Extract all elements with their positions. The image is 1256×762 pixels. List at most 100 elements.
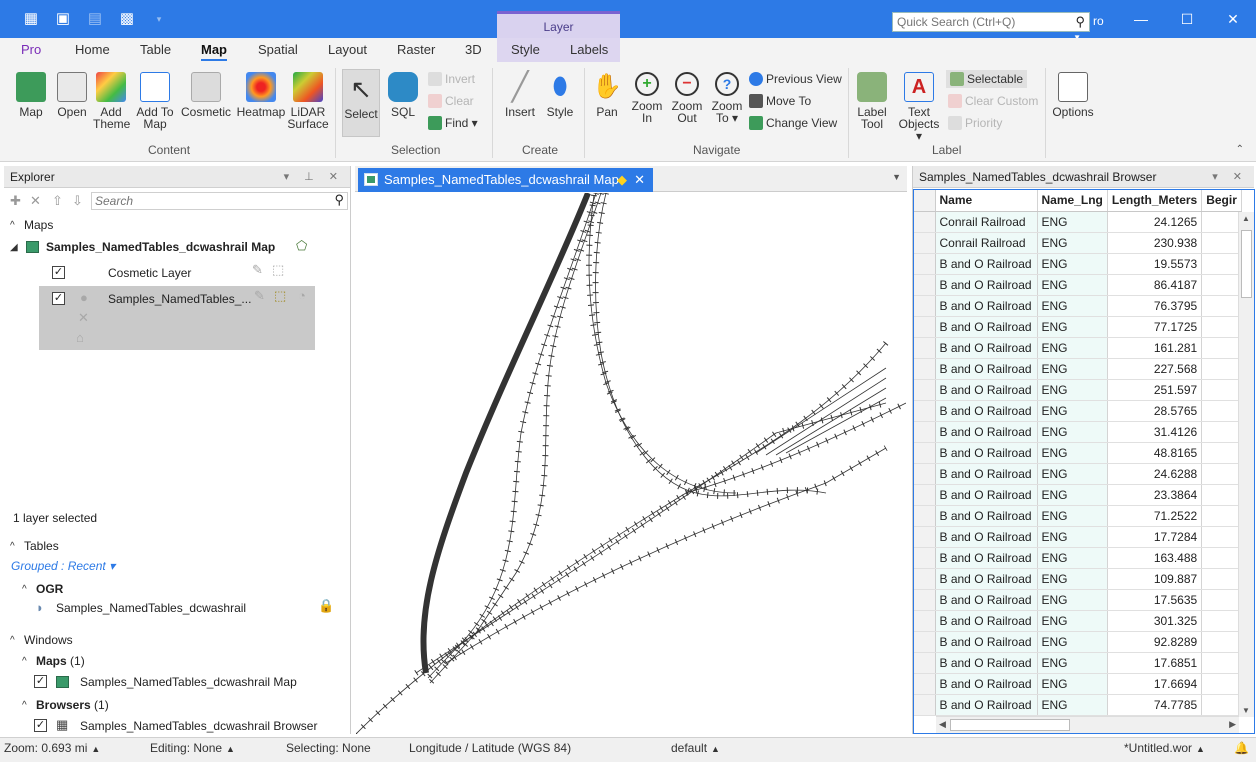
cell-name[interactable]: B and O Railroad — [935, 568, 1038, 590]
chevron-up-icon[interactable]: ^ — [22, 584, 27, 595]
cell-length-meters[interactable]: 19.5573 — [1107, 253, 1203, 275]
cell-name-lng[interactable]: ENG — [1037, 610, 1108, 632]
browser-window-item[interactable]: Samples_NamedTables_dcwashrail Browser — [80, 719, 317, 733]
cell-name-lng[interactable]: ENG — [1037, 547, 1108, 569]
pane-controls[interactable]: ▾ ✕ — [1212, 166, 1248, 188]
map-window-item[interactable]: Samples_NamedTables_dcwashrail Map — [80, 675, 297, 689]
zoom-out-button[interactable]: − Zoom Out — [668, 72, 706, 124]
close-all-icon[interactable]: ▩ — [118, 10, 136, 28]
cell-length-meters[interactable]: 76.3795 — [1107, 295, 1203, 317]
cell-length-meters[interactable]: 251.597 — [1107, 379, 1203, 401]
cell-length-meters[interactable]: 161.281 — [1107, 337, 1203, 359]
cell-length-meters[interactable]: 163.488 — [1107, 547, 1203, 569]
table-row[interactable]: Conrail Railroad ENG 24.1265 — [914, 211, 1243, 233]
zoom-in-button[interactable]: + Zoom In — [628, 72, 666, 124]
table-row[interactable]: B and O Railroad ENG 17.5635 — [914, 589, 1243, 611]
scroll-down-icon[interactable]: ▼ — [1242, 706, 1250, 715]
row-header[interactable] — [914, 358, 936, 380]
new-workspace-icon[interactable]: ▦ — [22, 10, 40, 28]
windows-browsers-group[interactable]: Browsers (1) — [36, 698, 109, 712]
table-row[interactable]: B and O Railroad ENG 48.8165 — [914, 442, 1243, 464]
selectable-icon[interactable]: ⬚ — [272, 262, 284, 278]
cell-name-lng[interactable]: ENG — [1037, 568, 1108, 590]
close-button[interactable]: ✕ — [1210, 0, 1256, 38]
horizontal-scrollbar[interactable]: ◀ ▶ — [936, 716, 1239, 733]
cell-name-lng[interactable]: ENG — [1037, 316, 1108, 338]
explorer-search[interactable]: ⚲ — [91, 192, 348, 210]
cell-begin[interactable] — [1201, 463, 1243, 485]
tab-3d[interactable]: 3D — [465, 42, 482, 57]
table-row[interactable]: B and O Railroad ENG 23.3864 — [914, 484, 1243, 506]
explorer-search-input[interactable] — [92, 193, 322, 209]
table-row[interactable]: B and O Railroad ENG 17.7284 — [914, 526, 1243, 548]
tab-style[interactable]: Style — [511, 42, 540, 57]
cell-name-lng[interactable]: ENG — [1037, 421, 1108, 443]
cell-name[interactable]: B and O Railroad — [935, 400, 1038, 422]
table-row[interactable]: B and O Railroad ENG 19.5573 — [914, 253, 1243, 275]
cell-name[interactable]: B and O Railroad — [935, 358, 1038, 380]
move-to-button[interactable]: Move To — [749, 92, 811, 110]
cell-name[interactable]: B and O Railroad — [935, 652, 1038, 674]
scroll-left-icon[interactable]: ◀ — [939, 719, 946, 730]
windows-maps-group[interactable]: Maps (1) — [36, 654, 85, 668]
invert-button[interactable]: Invert — [428, 70, 475, 88]
cell-name[interactable]: B and O Railroad — [935, 337, 1038, 359]
cell-name-lng[interactable]: ENG — [1037, 442, 1108, 464]
windows-section-header[interactable]: Windows — [24, 633, 73, 647]
cell-name[interactable]: B and O Railroad — [935, 274, 1038, 296]
cell-name[interactable]: B and O Railroad — [935, 547, 1038, 569]
row-header[interactable] — [914, 400, 936, 422]
add-icon[interactable]: ✚ — [10, 193, 21, 209]
table-row[interactable]: B and O Railroad ENG 74.7785 — [914, 694, 1243, 716]
cell-name[interactable]: B and O Railroad — [935, 673, 1038, 695]
map-document-tab[interactable]: Samples_NamedTables_dcwashrail Map ◆ ✕ — [358, 168, 653, 192]
zoom-to-button[interactable]: ? Zoom To ▾ — [708, 72, 746, 124]
table-row[interactable]: B and O Railroad ENG 28.5765 — [914, 400, 1243, 422]
label-tag-icon[interactable]: ⬠ — [296, 238, 307, 254]
map-window-checkbox[interactable]: ✓ — [34, 675, 47, 688]
heatmap-button[interactable]: Heatmap — [236, 72, 286, 118]
cell-length-meters[interactable]: 74.7785 — [1107, 694, 1203, 716]
previous-view-button[interactable]: Previous View — [749, 70, 842, 88]
cell-length-meters[interactable]: 24.6288 — [1107, 463, 1203, 485]
row-header[interactable] — [914, 526, 936, 548]
chevron-up-icon[interactable]: ^ — [10, 541, 15, 552]
cell-name-lng[interactable]: ENG — [1037, 463, 1108, 485]
table-row[interactable]: B and O Railroad ENG 86.4187 — [914, 274, 1243, 296]
cell-begin[interactable] — [1201, 694, 1243, 716]
chevron-up-icon[interactable]: ^ — [22, 700, 27, 711]
tab-raster[interactable]: Raster — [397, 42, 435, 57]
cell-begin[interactable] — [1201, 652, 1243, 674]
map-tree-item[interactable]: Samples_NamedTables_dcwashrail Map — [46, 240, 275, 254]
cell-begin[interactable] — [1201, 547, 1243, 569]
cell-length-meters[interactable]: 17.6851 — [1107, 652, 1203, 674]
cell-length-meters[interactable]: 17.7284 — [1107, 526, 1203, 548]
cell-begin[interactable] — [1201, 358, 1243, 380]
row-header[interactable] — [914, 610, 936, 632]
scroll-right-icon[interactable]: ▶ — [1229, 719, 1236, 730]
cell-begin[interactable] — [1201, 400, 1243, 422]
table-row[interactable]: B and O Railroad ENG 71.2522 — [914, 505, 1243, 527]
row-header[interactable] — [914, 316, 936, 338]
row-header[interactable] — [914, 463, 936, 485]
cell-begin[interactable] — [1201, 253, 1243, 275]
cell-length-meters[interactable]: 77.1725 — [1107, 316, 1203, 338]
cell-length-meters[interactable]: 23.3864 — [1107, 484, 1203, 506]
cell-length-meters[interactable]: 17.5635 — [1107, 589, 1203, 611]
cell-name[interactable]: B and O Railroad — [935, 442, 1038, 464]
table-row[interactable]: B and O Railroad ENG 251.597 — [914, 379, 1243, 401]
cell-length-meters[interactable]: 227.568 — [1107, 358, 1203, 380]
map-canvas[interactable] — [356, 193, 906, 734]
row-header[interactable] — [914, 253, 936, 275]
tab-pro[interactable]: Pro — [21, 42, 41, 57]
cell-name[interactable]: B and O Railroad — [935, 463, 1038, 485]
label-tool-button[interactable]: Label Tool — [853, 72, 891, 130]
maps-section-header[interactable]: Maps — [24, 218, 53, 232]
change-view-button[interactable]: Change View — [749, 114, 837, 132]
cell-begin[interactable] — [1201, 589, 1243, 611]
select-button[interactable]: ↖ Select — [342, 69, 380, 137]
row-header[interactable] — [914, 337, 936, 359]
cell-name[interactable]: B and O Railroad — [935, 484, 1038, 506]
row-header[interactable] — [914, 421, 936, 443]
table-row[interactable]: B and O Railroad ENG 109.887 — [914, 568, 1243, 590]
